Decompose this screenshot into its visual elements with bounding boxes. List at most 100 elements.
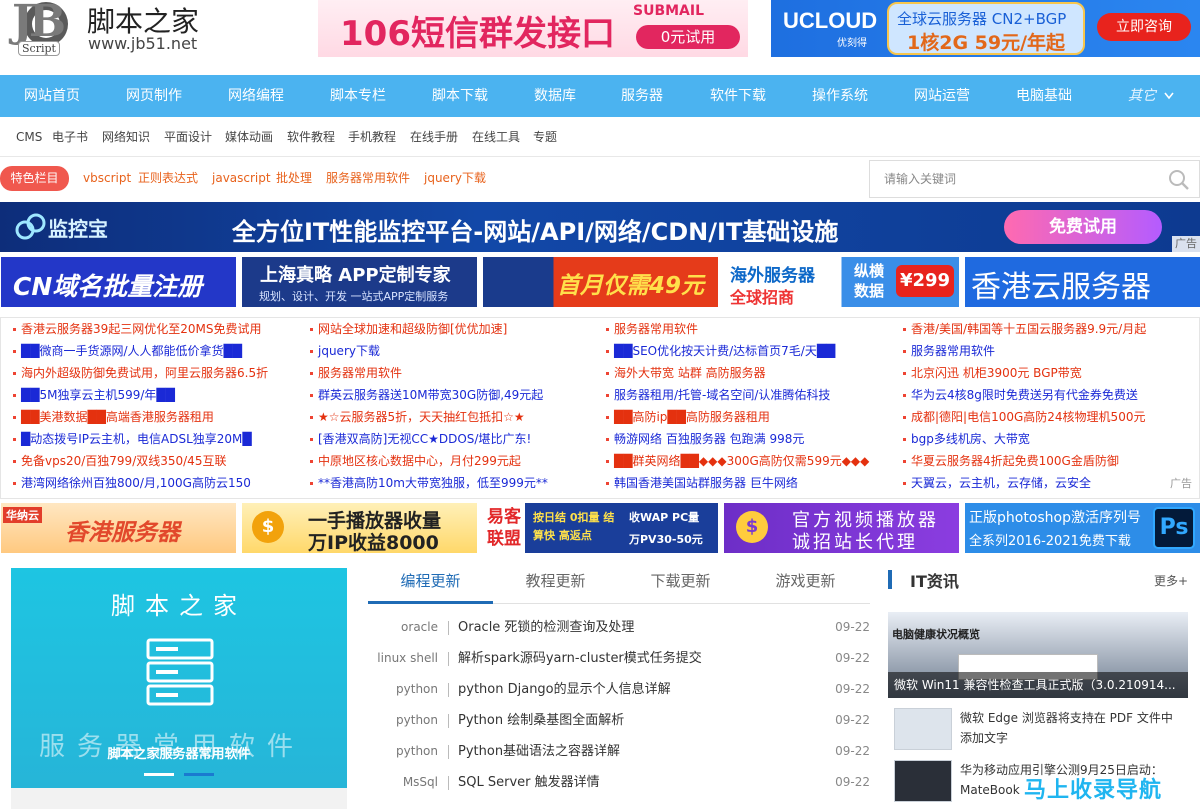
text-ad-link[interactable]: ★☆云服务器5折，天天抽红包抵扣☆★ bbox=[310, 406, 525, 428]
slide-dot[interactable] bbox=[184, 773, 214, 776]
text-ad-link[interactable]: 畅游网络 百独服务器 包跑满 998元 bbox=[606, 428, 804, 450]
feature-slide[interactable]: 脚本之家 服务器常用软件 脚本之家服务器常用软件 bbox=[11, 568, 347, 788]
article-category[interactable]: python bbox=[368, 736, 438, 767]
nav-item-site-ops[interactable]: 网站运营 bbox=[914, 75, 970, 117]
text-ad-link[interactable]: 群英云服务器送10M带宽30G防御,49元起 bbox=[310, 384, 543, 406]
nav-item-more[interactable]: 其它 bbox=[1128, 75, 1175, 117]
article-category[interactable]: oracle bbox=[368, 612, 438, 643]
subnav-item-software-tutorial[interactable]: 软件教程 bbox=[287, 117, 335, 157]
ad-tile-player[interactable]: $ 一手播放器收量 万IP收益8000 bbox=[242, 503, 477, 553]
subnav-item-tools[interactable]: 在线工具 bbox=[472, 117, 520, 157]
text-ad-link[interactable]: **香港高防10m大带宽独服，低至999元** bbox=[310, 472, 548, 494]
article-row[interactable]: linux shell 解析spark源码yarn-cluster模式任务提交 … bbox=[368, 643, 870, 674]
text-ad-link[interactable]: 成都|德阳|电信100G高防24核物理机500元 bbox=[903, 406, 1145, 428]
text-ad-link[interactable]: █动态拨号IP云主机，电信ADSL独享20M█ bbox=[13, 428, 252, 450]
it-news-item-text[interactable]: 微软 Edge 浏览器将支持在 PDF 文件中添加文字 bbox=[960, 708, 1182, 748]
article-row[interactable]: python Python 绘制桑基图全面解析 09-22 bbox=[368, 705, 870, 736]
site-logo[interactable]: JB Script bbox=[6, 0, 76, 64]
subnav-item-ebook[interactable]: 电子书 bbox=[52, 117, 88, 157]
text-ad-link[interactable]: 网站全球加速和超级防御[优优加速] bbox=[310, 318, 507, 340]
search-icon[interactable] bbox=[1168, 169, 1190, 191]
special-link-javascript[interactable]: javascript bbox=[212, 166, 271, 191]
subnav-item-graphic[interactable]: 平面设计 bbox=[164, 117, 212, 157]
text-ad-link[interactable]: ██高防ip██高防服务器租用 bbox=[606, 406, 770, 428]
article-title[interactable]: Oracle 死锁的检测查询及处理 bbox=[458, 612, 634, 643]
it-news-item[interactable]: 微软 Edge 浏览器将支持在 PDF 文件中添加文字 bbox=[888, 708, 1200, 754]
text-ad-link[interactable]: 免备vps20/百独799/双线350/45互联 bbox=[13, 450, 226, 472]
nav-item-programming[interactable]: 网络编程 bbox=[228, 75, 284, 117]
nav-item-web-design[interactable]: 网页制作 bbox=[126, 75, 182, 117]
nav-item-script-download[interactable]: 脚本下载 bbox=[432, 75, 488, 117]
text-ad-link[interactable]: 服务器常用软件 bbox=[903, 340, 995, 362]
text-ad-link[interactable]: 华为云4核8g限时免费送另有代金券免费送 bbox=[903, 384, 1138, 406]
monitor-trial-button[interactable]: 免费试用 bbox=[1004, 210, 1162, 244]
tab-download[interactable]: 下载更新 bbox=[618, 568, 743, 604]
special-link-regex[interactable]: 正则表达式 bbox=[138, 166, 198, 191]
nav-item-pc-basics[interactable]: 电脑基础 bbox=[1016, 75, 1072, 117]
ad-ucloud-button[interactable]: 立即咨询 bbox=[1097, 13, 1191, 41]
subnav-item-manual[interactable]: 在线手册 bbox=[410, 117, 458, 157]
text-ad-link[interactable]: 华夏云服务器4折起免费100G金盾防御 bbox=[903, 450, 1119, 472]
text-ad-link[interactable]: 服务器常用软件 bbox=[310, 362, 402, 384]
it-news-feature[interactable]: 电脑健康状况概览 微软 Win11 兼容性检查工具正式版（3.0.210914.… bbox=[888, 612, 1188, 698]
text-ad-link[interactable]: 海外大带宽 站群 高防服务器 bbox=[606, 362, 766, 384]
article-row[interactable]: oracle Oracle 死锁的检测查询及处理 09-22 bbox=[368, 612, 870, 643]
ad-sms-button[interactable]: 0元试用 bbox=[636, 25, 740, 49]
text-ad-link[interactable]: ██5M独享云主机599/年██ bbox=[13, 384, 175, 406]
ad-tile-overseas-server[interactable]: 海外服务器 全球招商 纵横数据 ¥299 bbox=[724, 257, 959, 307]
tab-programming[interactable]: 编程更新 bbox=[368, 568, 493, 604]
article-category[interactable]: python bbox=[368, 674, 438, 705]
text-ad-link[interactable]: 服务器租用/托管-域名空间/认准腾佑科技 bbox=[606, 384, 830, 406]
nav-item-home[interactable]: 网站首页 bbox=[24, 75, 80, 117]
nav-item-database[interactable]: 数据库 bbox=[534, 75, 576, 117]
text-ad-link[interactable]: 香港云服务器39起三网优化至20MS免费试用 bbox=[13, 318, 262, 340]
text-ad-link[interactable]: 港湾网络徐州百独800/月,100G高防云150 bbox=[13, 472, 251, 494]
text-ad-link[interactable]: ██微商一手货源网/人人都能低价拿货██ bbox=[13, 340, 242, 362]
text-ad-link[interactable]: 中原地区核心数据中心，月付299元起 bbox=[310, 450, 521, 472]
subnav-item-topics[interactable]: 专题 bbox=[533, 117, 557, 157]
ad-ucloud-banner[interactable]: UCLOUD 优刻得 全球云服务器 CN2+BGP 1核2G 59元/年起 立即… bbox=[771, 0, 1200, 57]
article-title[interactable]: Python 绘制桑基图全面解析 bbox=[458, 705, 624, 736]
article-title[interactable]: 解析spark源码yarn-cluster模式任务提交 bbox=[458, 643, 702, 674]
subnav-item-cms[interactable]: CMS bbox=[16, 117, 42, 157]
subnav-item-network[interactable]: 网络知识 bbox=[102, 117, 150, 157]
article-row[interactable]: python Python基础语法之容器详解 09-22 bbox=[368, 736, 870, 767]
it-news-image-caption[interactable]: 微软 Win11 兼容性检查工具正式版（3.0.210914... bbox=[888, 672, 1188, 698]
it-news-more-link[interactable]: 更多+ bbox=[1154, 572, 1188, 589]
site-url[interactable]: www.jb51.net bbox=[88, 34, 197, 53]
search-input[interactable] bbox=[884, 161, 1154, 197]
text-ad-link[interactable]: ██SEO优化按天计费/达标首页7毛/天██ bbox=[606, 340, 835, 362]
ad-sms-banner[interactable]: 106短信群发接口 SUBMAIL 0元试用 bbox=[318, 0, 748, 57]
article-title[interactable]: SQL Server 触发器详情 bbox=[458, 767, 600, 798]
text-ad-link[interactable]: 韩国香港美国站群服务器 巨牛网络 bbox=[606, 472, 798, 494]
text-ad-link[interactable]: 海内外超级防御免费试用，阿里云服务器6.5折 bbox=[13, 362, 268, 384]
slide-dot-active[interactable] bbox=[144, 773, 174, 776]
subnav-item-mobile[interactable]: 手机教程 bbox=[348, 117, 396, 157]
ad-tile-photoshop[interactable]: 正版photoshop激活序列号 全系列2016-2021免费下载 Ps bbox=[965, 503, 1200, 553]
special-link-vbscript[interactable]: vbscript bbox=[83, 166, 131, 191]
ad-tile-cn-domain[interactable]: CN域名批量注册 bbox=[1, 257, 236, 307]
text-ad-link[interactable]: 北京闪迅 机柜3900元 BGP带宽 bbox=[903, 362, 1082, 384]
tab-tutorial[interactable]: 教程更新 bbox=[493, 568, 618, 604]
ad-tile-video-player[interactable]: $ 官方视频播放器 诚招站长代理 bbox=[724, 503, 959, 553]
text-ad-link[interactable]: 香港/美国/韩国等十五国云服务器9.9元/月起 bbox=[903, 318, 1146, 340]
text-ad-link[interactable]: bgp多线机房、大带宽 bbox=[903, 428, 1030, 450]
article-category[interactable]: python bbox=[368, 705, 438, 736]
article-title[interactable]: python Django的显示个人信息详解 bbox=[458, 674, 671, 705]
nav-item-os[interactable]: 操作系统 bbox=[812, 75, 868, 117]
ad-tile-yike[interactable]: 易客联盟 按日结 0扣量 结算快 高返点 收WAP PC量 万PV30-50元 bbox=[483, 503, 718, 553]
special-link-batch[interactable]: 批处理 bbox=[276, 166, 312, 191]
ad-monitor-banner[interactable]: 监控宝 全方位IT性能监控平台-网站/API/网络/CDN/IT基础设施 免费试… bbox=[0, 202, 1200, 252]
article-category[interactable]: linux shell bbox=[368, 643, 438, 674]
text-ad-link[interactable]: ██美港数据██高端香港服务器租用 bbox=[13, 406, 214, 428]
article-title[interactable]: Python基础语法之容器详解 bbox=[458, 736, 620, 767]
article-row[interactable]: MsSql SQL Server 触发器详情 09-22 bbox=[368, 767, 870, 798]
nav-item-server[interactable]: 服务器 bbox=[621, 75, 663, 117]
ad-tile-49[interactable]: 首月仅需49元 bbox=[483, 257, 718, 307]
text-ad-link[interactable]: ██群英网络██◆◆◆300G高防仅需599元◆◆◆ bbox=[606, 450, 869, 472]
tab-game[interactable]: 游戏更新 bbox=[743, 568, 868, 604]
article-row[interactable]: python python Django的显示个人信息详解 09-22 bbox=[368, 674, 870, 705]
article-category[interactable]: MsSql bbox=[368, 767, 438, 798]
ad-tile-hk-cloud[interactable]: 香港云服务器 bbox=[965, 257, 1200, 307]
nav-item-software-download[interactable]: 软件下载 bbox=[710, 75, 766, 117]
